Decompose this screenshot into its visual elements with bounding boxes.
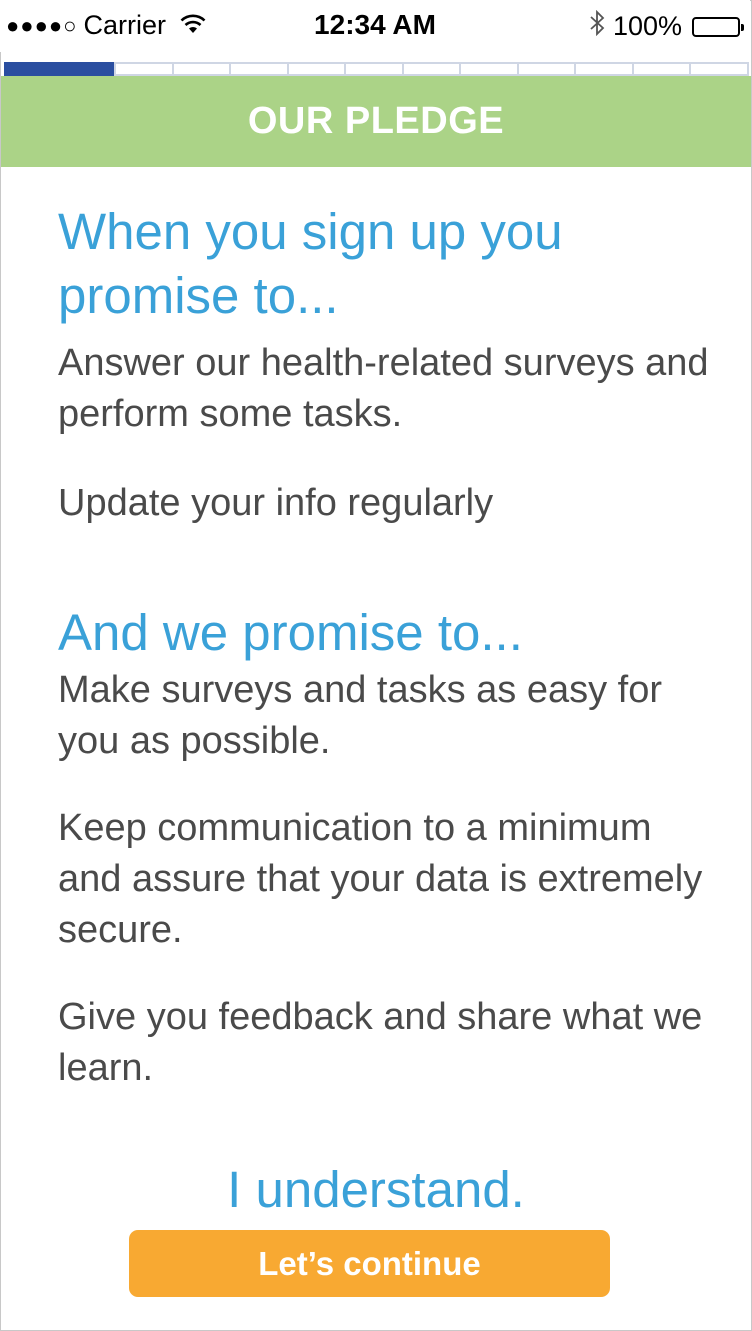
progress-segment xyxy=(114,62,172,76)
progress-segment xyxy=(401,62,460,76)
continue-button[interactable]: Let’s continue xyxy=(129,1230,610,1297)
progress-segment xyxy=(516,62,575,76)
bluetooth-icon xyxy=(589,9,605,43)
we-promise-item: Give you feedback and share what we lear… xyxy=(58,996,703,1089)
you-promise-item: Answer our health-related surveys and pe… xyxy=(58,342,709,435)
progress-segment xyxy=(4,62,115,76)
progress-segment xyxy=(171,62,230,76)
battery-percent: 100% xyxy=(612,11,682,41)
we-promise-item: Keep communication to a minimum and assu… xyxy=(58,807,703,951)
we-promise-heading: And we promise to... xyxy=(58,604,523,661)
progress-segment xyxy=(574,62,632,76)
status-bar: ●●●●○ Carrier 12:34 AM 100% xyxy=(0,0,750,52)
progress-indicator xyxy=(4,62,749,76)
pledge-content: When you sign up you promise to... Answe… xyxy=(58,200,718,1094)
you-promise-item: Update your info regularly xyxy=(58,482,494,524)
progress-segment xyxy=(344,62,402,76)
progress-segment xyxy=(459,62,517,76)
page-title: OUR PLEDGE xyxy=(1,76,751,167)
you-promise-heading: When you sign up you promise to... xyxy=(58,203,563,324)
progress-segment xyxy=(631,62,690,76)
understand-text: I understand. xyxy=(227,1161,525,1218)
battery-icon xyxy=(692,16,744,37)
progress-segment xyxy=(689,62,749,76)
progress-segment xyxy=(229,62,287,76)
status-right: 100% xyxy=(589,9,744,43)
we-promise-item: Make surveys and tasks as easy for you a… xyxy=(58,669,663,762)
progress-segment xyxy=(286,62,345,76)
